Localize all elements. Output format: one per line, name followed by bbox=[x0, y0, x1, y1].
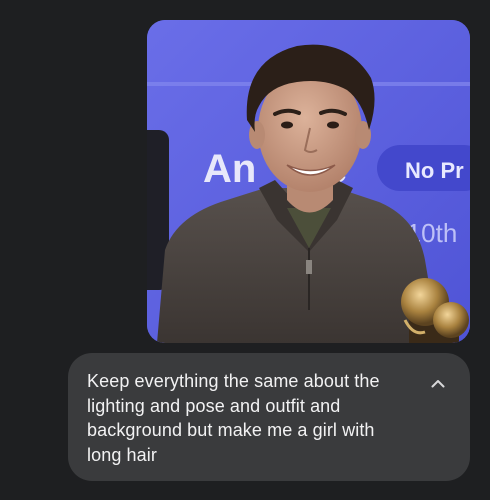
collapse-message-button[interactable] bbox=[428, 373, 448, 393]
message-text: Keep everything the same about the light… bbox=[87, 371, 380, 465]
message-bubble: Keep everything the same about the light… bbox=[68, 353, 470, 481]
chat-thread: An e No Pr g 10th bbox=[0, 0, 490, 500]
backdrop-badge-label: No Pr bbox=[405, 158, 464, 183]
person-eye-left bbox=[281, 121, 293, 129]
person-zipper-pull bbox=[306, 260, 312, 274]
photo-illustration: An e No Pr g 10th bbox=[147, 20, 470, 343]
attached-photo[interactable]: An e No Pr g 10th bbox=[147, 20, 470, 343]
chevron-up-icon bbox=[431, 379, 445, 387]
backdrop-text-main: An bbox=[203, 147, 256, 191]
person-eye-right bbox=[327, 121, 339, 129]
